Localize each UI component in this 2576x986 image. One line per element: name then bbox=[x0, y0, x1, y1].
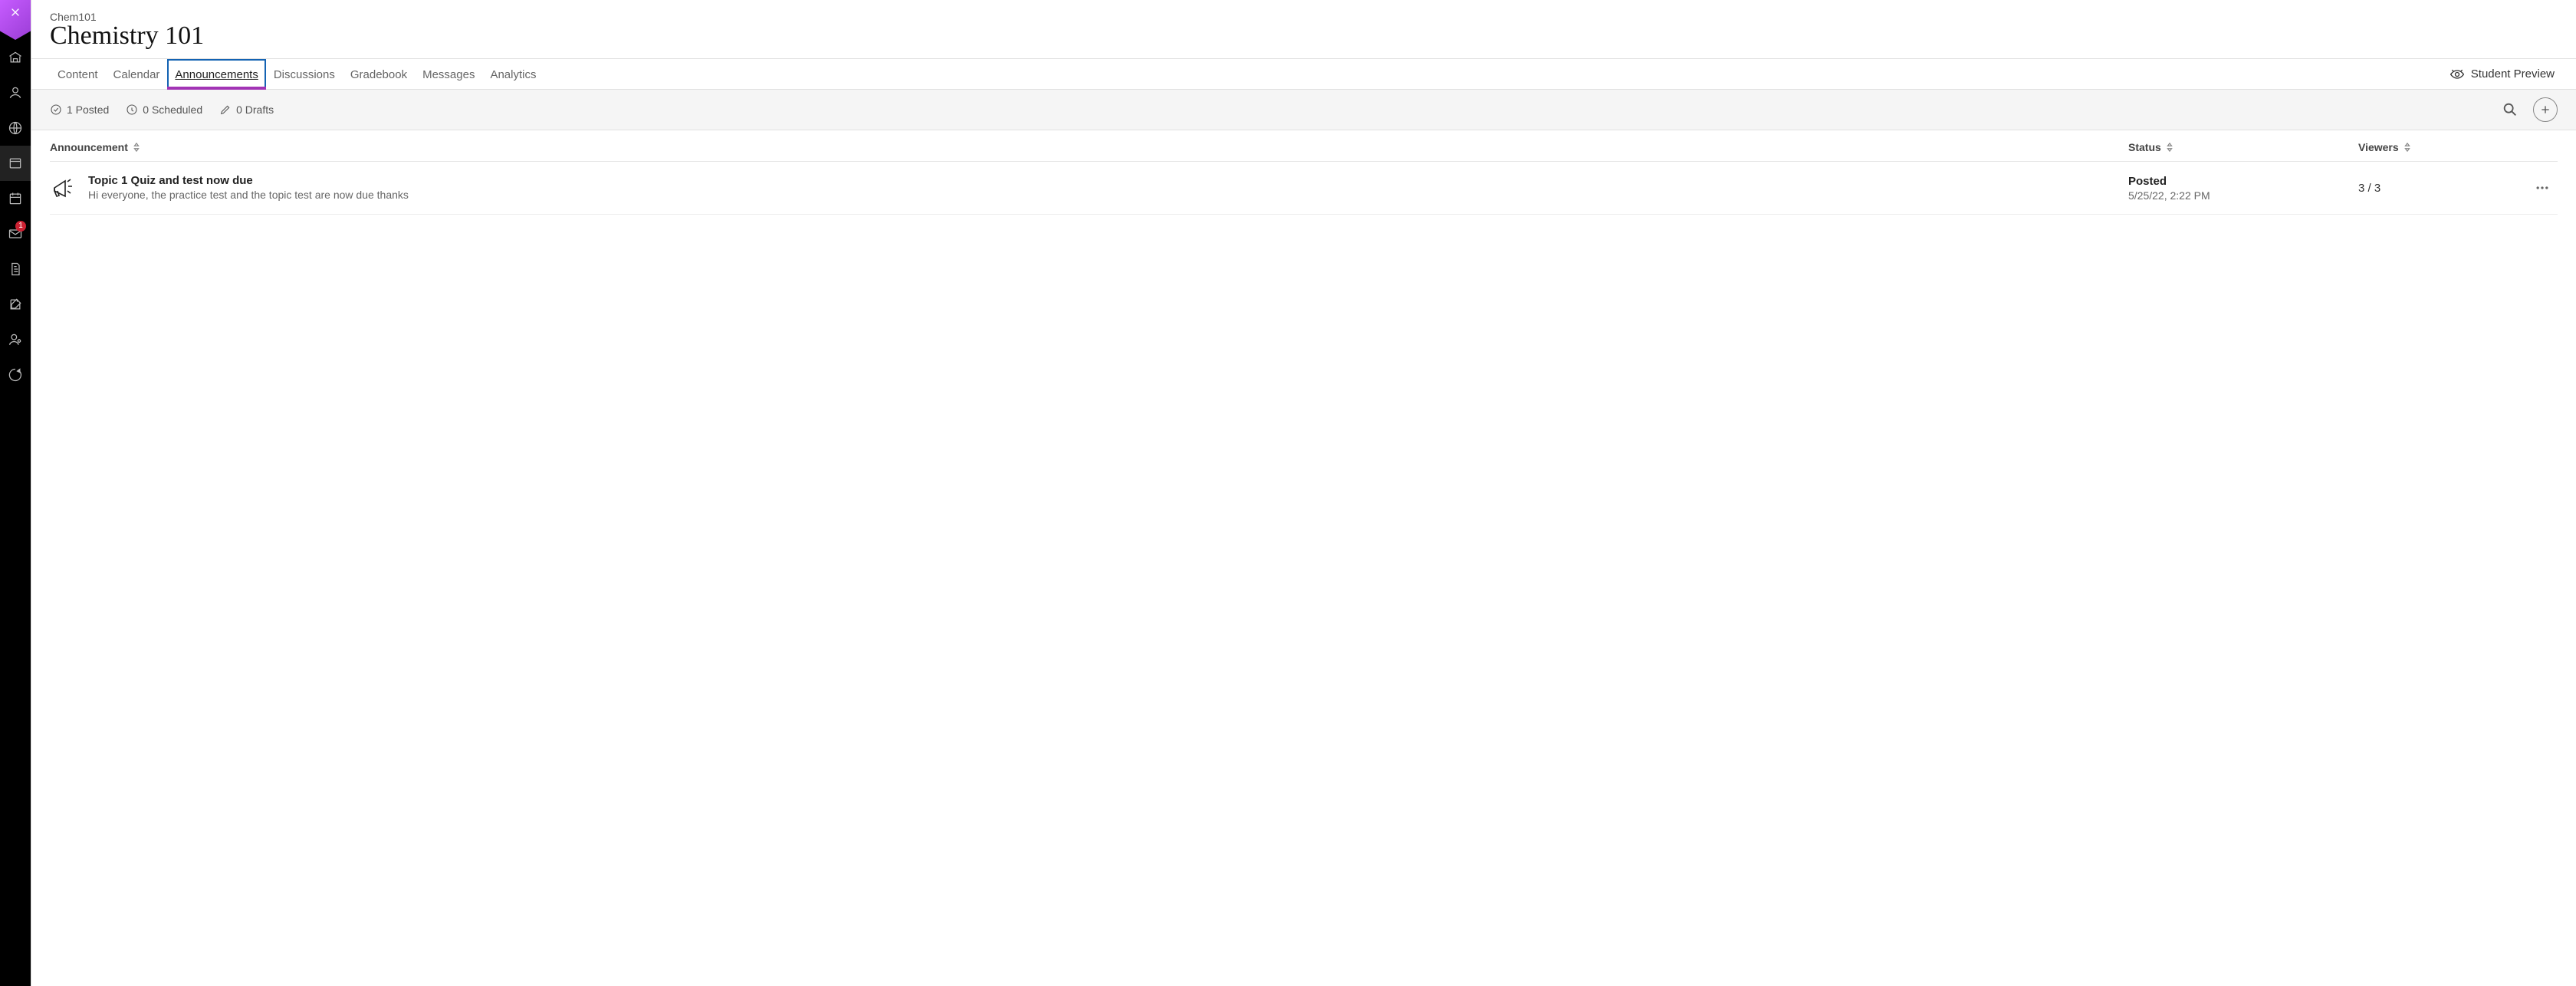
student-preview-icon bbox=[2450, 67, 2465, 82]
global-nav-rail: 1 bbox=[0, 0, 31, 986]
filter-posted-label: 1 Posted bbox=[67, 104, 109, 116]
announcement-status: Posted bbox=[2128, 175, 2358, 188]
tab-announcements[interactable]: Announcements bbox=[167, 59, 265, 89]
table-header: Announcement Status Viewers bbox=[50, 130, 2558, 162]
announcement-filters: 1 Posted 0 Scheduled 0 Drafts bbox=[31, 90, 2576, 130]
rail-grades[interactable] bbox=[0, 251, 31, 287]
sort-icon bbox=[133, 143, 140, 152]
more-horizontal-icon bbox=[2535, 180, 2550, 196]
col-status[interactable]: Status bbox=[2128, 141, 2358, 153]
course-header: Chem101 Chemistry 101 bbox=[31, 0, 2576, 58]
announcements-table: Announcement Status Viewers Topic 1 Quiz… bbox=[31, 130, 2576, 215]
tab-content[interactable]: Content bbox=[50, 59, 106, 89]
course-panel: Chem101 Chemistry 101 Content Calendar A… bbox=[31, 0, 2576, 986]
tab-calendar[interactable]: Calendar bbox=[106, 59, 168, 89]
filter-drafts-label: 0 Drafts bbox=[236, 104, 274, 116]
megaphone-icon bbox=[50, 174, 77, 202]
add-announcement-button[interactable] bbox=[2533, 97, 2558, 122]
signout-icon bbox=[8, 367, 23, 383]
calendar-icon bbox=[8, 191, 23, 206]
tab-gradebook[interactable]: Gradebook bbox=[343, 59, 415, 89]
clock-icon bbox=[126, 104, 138, 116]
col-announcement[interactable]: Announcement bbox=[50, 141, 2128, 153]
tab-discussions[interactable]: Discussions bbox=[266, 59, 343, 89]
rail-messages[interactable]: 1 bbox=[0, 216, 31, 251]
filter-scheduled[interactable]: 0 Scheduled bbox=[126, 104, 202, 116]
filter-posted[interactable]: 1 Posted bbox=[50, 104, 109, 116]
globe-icon bbox=[8, 120, 23, 136]
rail-globe[interactable] bbox=[0, 110, 31, 146]
course-tabbar: Content Calendar Announcements Discussio… bbox=[31, 58, 2576, 90]
rail-signout[interactable] bbox=[0, 357, 31, 393]
compose-icon bbox=[8, 297, 23, 312]
announcement-date: 5/25/22, 2:22 PM bbox=[2128, 189, 2358, 202]
student-preview-label: Student Preview bbox=[2471, 67, 2555, 81]
rail-institution[interactable] bbox=[0, 40, 31, 75]
messages-badge: 1 bbox=[15, 221, 26, 232]
tab-messages[interactable]: Messages bbox=[415, 59, 482, 89]
filter-scheduled-label: 0 Scheduled bbox=[143, 104, 202, 116]
institution-icon bbox=[8, 50, 23, 65]
close-course-button[interactable] bbox=[0, 0, 31, 40]
profile-icon bbox=[8, 85, 23, 100]
courses-icon bbox=[8, 156, 23, 171]
check-circle-icon bbox=[50, 104, 62, 116]
col-viewers[interactable]: Viewers bbox=[2358, 141, 2527, 153]
row-actions-button[interactable] bbox=[2527, 180, 2558, 196]
admin-icon bbox=[8, 332, 23, 347]
rail-courses[interactable] bbox=[0, 146, 31, 181]
announcement-title: Topic 1 Quiz and test now due bbox=[88, 174, 409, 187]
rail-admin[interactable] bbox=[0, 322, 31, 357]
rail-calendar[interactable] bbox=[0, 181, 31, 216]
student-preview-button[interactable]: Student Preview bbox=[2446, 61, 2558, 88]
sort-icon bbox=[2404, 143, 2411, 152]
announcement-viewers: 3 / 3 bbox=[2358, 182, 2527, 195]
course-title: Chemistry 101 bbox=[50, 21, 2558, 51]
document-icon bbox=[8, 261, 23, 277]
announcement-snippet: Hi everyone, the practice test and the t… bbox=[88, 189, 409, 201]
search-icon bbox=[2502, 101, 2518, 118]
col-viewers-label: Viewers bbox=[2358, 141, 2399, 153]
rail-tools[interactable] bbox=[0, 287, 31, 322]
sort-icon bbox=[2166, 143, 2174, 152]
col-status-label: Status bbox=[2128, 141, 2161, 153]
pencil-icon bbox=[219, 104, 232, 116]
plus-icon bbox=[2539, 104, 2551, 116]
search-button[interactable] bbox=[2499, 99, 2521, 120]
course-tabs: Content Calendar Announcements Discussio… bbox=[50, 59, 544, 89]
close-icon bbox=[9, 6, 21, 18]
filter-drafts[interactable]: 0 Drafts bbox=[219, 104, 274, 116]
tab-analytics[interactable]: Analytics bbox=[482, 59, 544, 89]
col-announcement-label: Announcement bbox=[50, 141, 128, 153]
table-row[interactable]: Topic 1 Quiz and test now due Hi everyon… bbox=[50, 162, 2558, 215]
rail-profile[interactable] bbox=[0, 75, 31, 110]
